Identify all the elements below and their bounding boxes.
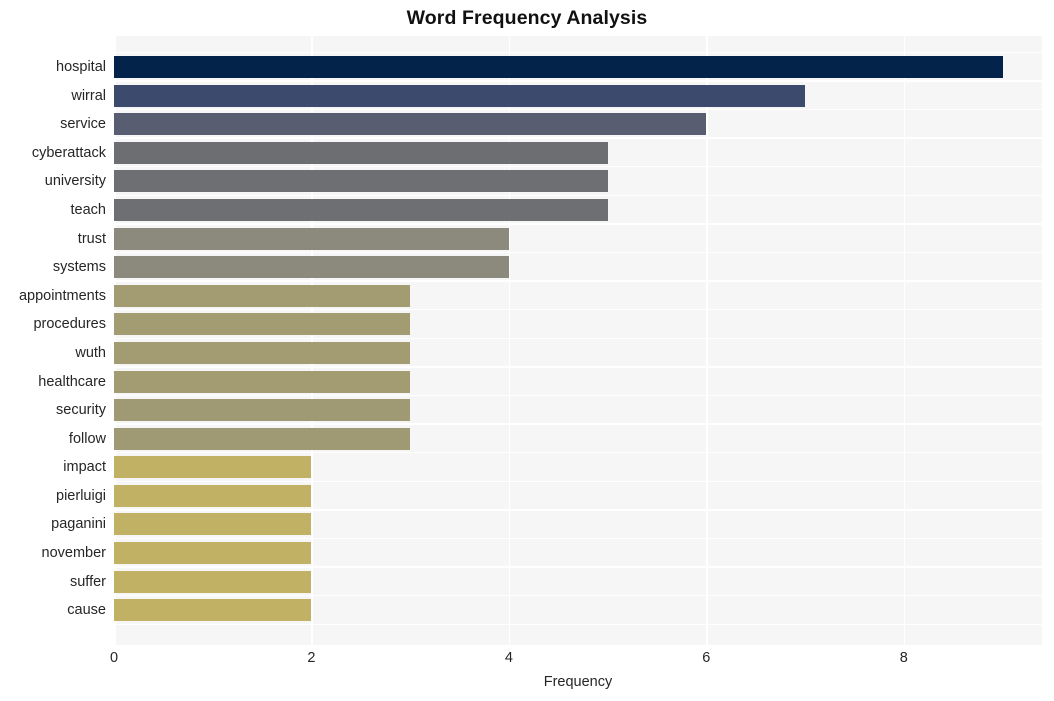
y-axis-tick-label: paganini: [51, 516, 106, 533]
bar: [114, 370, 411, 393]
y-axis-tick-label: trust: [77, 230, 106, 247]
bar: [114, 599, 312, 622]
x-axis-tick-labels: 0 2 4 6 8: [110, 650, 1042, 672]
y-axis-tick-label: university: [44, 173, 106, 190]
x-axis-tick-label: 8: [899, 650, 908, 666]
vertical-gridline: [903, 36, 906, 645]
x-axis-tick-label: 6: [702, 650, 711, 666]
y-axis-tick-label: cause: [67, 602, 106, 619]
y-axis-tick-label: teach: [70, 201, 106, 218]
bar: [114, 284, 411, 307]
chart-figure: Word Frequency Analysis hospital wirral se…: [0, 0, 1054, 701]
bar: [114, 170, 608, 193]
bar: [114, 484, 312, 507]
y-axis-tick-label: impact: [63, 459, 106, 476]
y-axis-tick-label: pierluigi: [56, 487, 106, 504]
y-axis-tick-label: service: [60, 116, 106, 133]
bar: [114, 84, 806, 107]
y-axis-tick-label: cyberattack: [31, 144, 106, 161]
y-axis-tick-label: healthcare: [38, 373, 106, 390]
y-axis-tick-label: appointments: [18, 287, 106, 304]
x-axis-tick-label: 2: [307, 650, 316, 666]
bar: [114, 570, 312, 593]
y-axis-tick-label: follow: [68, 430, 106, 447]
bar: [114, 56, 1003, 78]
y-axis-tick-label: hospital: [56, 59, 106, 75]
vertical-gridline: [706, 36, 708, 645]
bar: [114, 542, 312, 565]
bar: [114, 141, 608, 164]
y-axis-tick-label: november: [41, 545, 106, 562]
bar: [114, 399, 411, 422]
bar: [114, 456, 312, 479]
bar: [114, 198, 608, 221]
bar: [114, 256, 509, 279]
bar: [114, 513, 312, 536]
bar: [114, 313, 411, 336]
page-title: Word Frequency Analysis: [406, 7, 648, 29]
x-axis-title: Frequency: [543, 674, 613, 690]
plot-area: [114, 36, 1042, 645]
bar: [114, 427, 411, 450]
y-axis-tick-label: wirral: [71, 87, 106, 104]
y-axis-tick-label: security: [56, 402, 106, 419]
y-axis-tick-label: procedures: [33, 316, 106, 333]
y-axis-tick-label: suffer: [69, 573, 106, 590]
bar: [114, 227, 509, 250]
y-axis-tick-label: wuth: [75, 344, 106, 361]
y-axis-tick-label: systems: [52, 259, 106, 276]
y-axis-tick-labels: hospital wirral service cyberattack universi…: [0, 36, 114, 645]
bar: [114, 113, 707, 136]
bar: [114, 341, 411, 364]
x-axis-tick-label: 4: [504, 650, 513, 666]
x-axis-tick-label: 0: [109, 650, 119, 666]
